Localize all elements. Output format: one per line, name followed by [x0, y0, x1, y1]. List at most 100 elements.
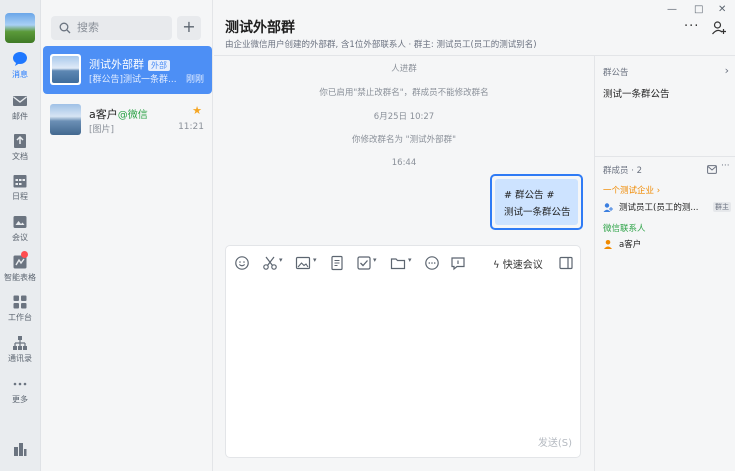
- workbench-icon: [13, 295, 27, 309]
- nav-label: 更多: [12, 395, 28, 404]
- group-avatar: [50, 54, 81, 85]
- nav-item-mail[interactable]: 邮件: [0, 93, 40, 122]
- search-placeholder: 搜索: [77, 21, 99, 34]
- session-list: 搜索 + 测试外部群 外部 [群公告]测试一条群... 刚刚 a客户@微信 ★ […: [41, 0, 213, 471]
- image-icon[interactable]: [295, 255, 311, 271]
- checkbox-icon[interactable]: [356, 255, 372, 271]
- bubble-text: 测试一条群公告: [504, 207, 571, 218]
- chevron-down-icon[interactable]: ▾: [313, 256, 317, 264]
- search-input[interactable]: 搜索: [51, 16, 172, 40]
- nav-item-calendar[interactable]: 日程: [0, 173, 40, 202]
- more-icon[interactable]: ···: [684, 19, 699, 34]
- lightning-icon: ϟ: [493, 260, 500, 271]
- session-name: a客户: [89, 108, 118, 121]
- chat-bubble-icon[interactable]: [450, 255, 466, 271]
- session-item[interactable]: 测试外部群 外部 [群公告]测试一条群... 刚刚: [43, 46, 212, 94]
- maximize-button[interactable]: □: [694, 4, 703, 15]
- scissors-icon[interactable]: [262, 255, 278, 271]
- external-tag: 外部: [148, 60, 170, 71]
- bubble-heading: # 群公告 #: [504, 190, 555, 201]
- owner-badge: 群主: [713, 202, 731, 212]
- member-name: 测试员工(员工的测...: [619, 203, 699, 213]
- add-button[interactable]: +: [177, 16, 201, 40]
- nav-label: 邮件: [12, 112, 28, 121]
- chevron-down-icon[interactable]: ▾: [408, 256, 412, 264]
- nav-item-workbench[interactable]: 工作台: [0, 294, 40, 323]
- system-message: 16:44: [391, 158, 417, 168]
- left-nav: 消息 邮件 文档 日程 会议 智能表格 工作台 通讯录 更多: [0, 0, 41, 471]
- chat-title: 测试外部群: [225, 20, 295, 36]
- chat-icon: [13, 52, 27, 66]
- minimize-button[interactable]: —: [667, 4, 677, 15]
- system-message: 6月25日 10:27: [373, 112, 435, 122]
- nav-item-smart-table[interactable]: 智能表格: [0, 251, 40, 283]
- quick-meeting-button[interactable]: ϟ 快速会议: [493, 256, 543, 271]
- announcement-bubble[interactable]: # 群公告 # 测试一条群公告: [490, 174, 583, 230]
- sidebar-toggle-icon[interactable]: [558, 255, 574, 271]
- members-label: 群成员 · 2: [603, 166, 643, 176]
- chat-area: 测试外部群 由企业微信用户创建的外部群, 含1位外部联系人 · 群主: 测试员工…: [214, 0, 735, 471]
- chevron-right-icon[interactable]: ›: [725, 64, 729, 77]
- nav-label: 日程: [12, 192, 28, 201]
- session-time: 刚刚: [185, 75, 204, 85]
- chat-subtitle: 由企业微信用户创建的外部群, 含1位外部联系人 · 群主: 测试员工(员工的测试…: [225, 40, 537, 50]
- message-icon[interactable]: [707, 165, 717, 174]
- document-icon[interactable]: [329, 255, 345, 271]
- send-button[interactable]: 发送(S): [538, 434, 572, 449]
- star-icon[interactable]: ★: [192, 104, 202, 117]
- nav-label: 会议: [12, 233, 28, 242]
- close-button[interactable]: ✕: [718, 4, 726, 15]
- building-icon: [14, 443, 27, 456]
- more-circle-icon[interactable]: [424, 255, 440, 271]
- group-info-panel: 群公告 › 测试一条群公告 群成员 · 2 ··· 一个测试企业 › 测试员工(…: [594, 56, 735, 471]
- unread-dot: [21, 251, 28, 258]
- system-message: 你修改群名为 "测试外部群": [351, 135, 457, 145]
- nav-label: 通讯录: [8, 354, 32, 363]
- announcement-text[interactable]: 测试一条群公告: [603, 86, 670, 100]
- plus-icon: +: [182, 17, 196, 36]
- member-icon: [603, 203, 613, 212]
- nav-item-docs[interactable]: 文档: [0, 133, 40, 162]
- nav-label: 文档: [12, 152, 28, 161]
- calendar-icon: [13, 175, 27, 188]
- panel-divider: [595, 156, 735, 157]
- chevron-down-icon[interactable]: ▾: [279, 256, 283, 264]
- member-row[interactable]: 测试员工(员工的测... 群主: [603, 201, 733, 215]
- chevron-down-icon[interactable]: ▾: [373, 256, 377, 264]
- company-group-label[interactable]: 一个测试企业 ›: [603, 184, 660, 196]
- mail-icon: [13, 96, 27, 106]
- nav-label: 消息: [12, 70, 28, 79]
- member-name: a客户: [619, 240, 642, 250]
- nav-item-contacts[interactable]: 通讯录: [0, 335, 40, 364]
- emoji-icon[interactable]: [234, 255, 250, 271]
- folder-icon[interactable]: [390, 255, 406, 271]
- member-icon: [604, 240, 612, 249]
- doc-icon: [14, 134, 26, 148]
- session-item[interactable]: a客户@微信 ★ [图片] 11:21: [43, 96, 212, 144]
- user-avatar[interactable]: [5, 13, 35, 43]
- nav-item-app-manage[interactable]: [0, 441, 40, 459]
- session-preview: [图片]: [89, 125, 115, 135]
- message-editor[interactable]: ▾ ▾ ▾ ▾ ϟ 快速会议 发送(S): [225, 245, 581, 458]
- member-row[interactable]: a客户: [603, 238, 733, 252]
- announcement-label: 群公告: [603, 68, 629, 78]
- nav-item-more[interactable]: 更多: [0, 376, 40, 405]
- more-icon[interactable]: ···: [721, 161, 730, 171]
- system-message: 人进群: [391, 64, 417, 74]
- meeting-icon: [13, 216, 27, 228]
- nav-item-messages[interactable]: 消息: [0, 51, 40, 80]
- session-name: 测试外部群: [89, 58, 144, 71]
- contact-avatar: [50, 104, 81, 135]
- system-message: 你已启用"禁止改群名"，群成员不能修改群名: [319, 88, 489, 98]
- add-member-icon[interactable]: [711, 20, 727, 36]
- search-icon: [59, 22, 71, 34]
- quick-meeting-label: 快速会议: [502, 260, 543, 271]
- nav-label: 工作台: [8, 313, 32, 322]
- nav-item-meeting[interactable]: 会议: [0, 214, 40, 243]
- session-time: 11:21: [178, 122, 204, 132]
- session-preview: [群公告]测试一条群...: [89, 75, 177, 85]
- nav-label: 智能表格: [4, 273, 36, 282]
- wechat-group-label: 微信联系人: [603, 224, 646, 234]
- wechat-tag: @微信: [117, 110, 148, 121]
- more-dots-icon: [13, 382, 27, 386]
